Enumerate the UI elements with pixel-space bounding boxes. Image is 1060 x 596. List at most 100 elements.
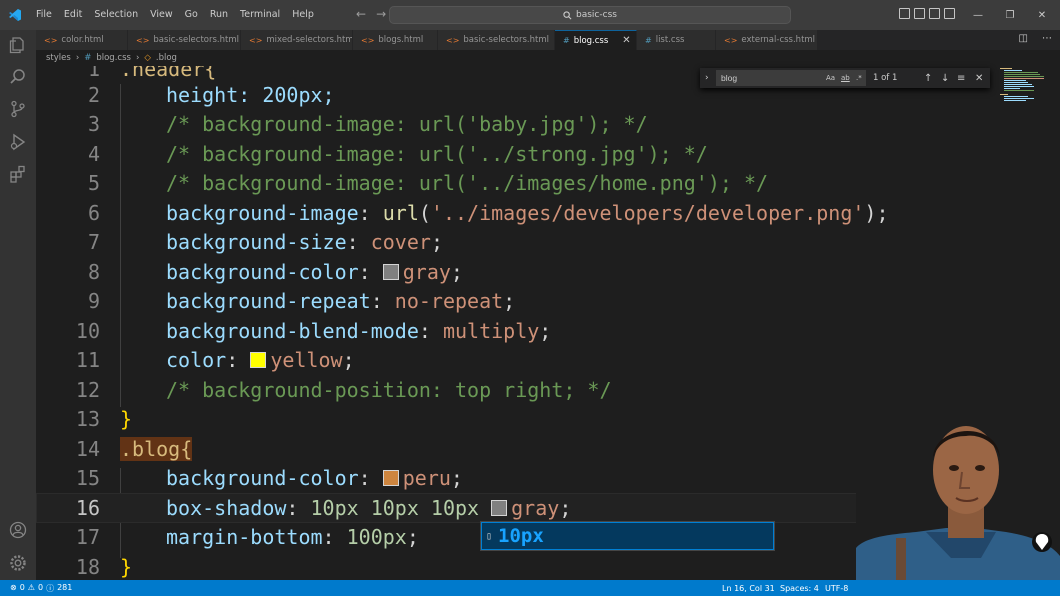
presenter-webcam — [856, 408, 1060, 580]
tab-list-css[interactable]: # list.css — [637, 30, 716, 50]
layout-controls — [899, 8, 955, 19]
back-arrow-icon[interactable]: ← — [356, 7, 366, 21]
color-swatch-peru[interactable] — [382, 469, 399, 486]
editor-tabs: <> color.html <> basic-selectors.html <> mi… — [36, 30, 1060, 50]
explorer-icon[interactable] — [9, 36, 27, 54]
toggle-panel-icon[interactable] — [914, 8, 925, 19]
breadcrumb-folder[interactable]: styles — [46, 53, 71, 63]
tab-blogs-html[interactable]: <> blogs.html — [353, 30, 438, 50]
more-actions-icon[interactable]: ⋯ — [1042, 33, 1052, 44]
value-kind-icon: ▯ — [486, 530, 493, 542]
next-match-icon[interactable]: ↓ — [941, 73, 949, 84]
css-file-icon: # — [645, 35, 652, 45]
color-swatch-gray[interactable] — [382, 263, 399, 280]
run-debug-icon[interactable] — [9, 133, 27, 151]
code-line: 11 color: yellow; — [75, 347, 355, 372]
breadcrumb-file[interactable]: blog.css — [96, 53, 131, 63]
html-file-icon: <> — [724, 35, 738, 45]
previous-match-icon[interactable]: ↑ — [924, 73, 932, 84]
encoding-setting[interactable]: UTF-8 — [825, 584, 848, 593]
regex-icon[interactable]: .* — [856, 74, 862, 82]
search-icon — [563, 10, 572, 19]
html-file-icon: <> — [44, 35, 58, 45]
menu-go[interactable]: Go — [179, 0, 204, 30]
code-line: 3 /* background-image: url('baby.jpg'); … — [87, 111, 648, 136]
breadcrumb: styles › # blog.css › ◇ .blog — [36, 50, 1060, 66]
toggle-sidebar-icon[interactable] — [899, 8, 910, 19]
cursor-position[interactable]: Ln 16, Col 31 — [722, 584, 775, 593]
menu-file[interactable]: File — [30, 0, 58, 30]
tab-external-css-html[interactable]: <> external-css.html — [716, 30, 818, 50]
match-case-icon[interactable]: Aa — [826, 74, 835, 82]
search-sidebar-icon[interactable] — [9, 68, 27, 86]
menu-edit[interactable]: Edit — [58, 0, 88, 30]
symbol-class-icon: ◇ — [144, 53, 151, 63]
code-line: 9 background-repeat: no-repeat; — [87, 288, 516, 313]
editor-actions: ◫ ⋯ — [1019, 33, 1052, 44]
chevron-right-icon: › — [75, 53, 80, 63]
code-line: 8 background-color: gray; — [87, 259, 463, 284]
info-icon: ⓘ — [46, 583, 55, 593]
find-in-selection-icon[interactable]: ≡ — [957, 73, 965, 84]
vscode-logo-icon — [0, 0, 30, 30]
warning-icon: ⚠ — [27, 582, 35, 592]
tab-blog-css[interactable]: # blog.css ✕ — [555, 30, 637, 50]
html-file-icon: <> — [136, 35, 150, 45]
manage-gear-icon[interactable] — [9, 554, 27, 572]
code-line: 7 background-size: cover; — [87, 229, 443, 254]
restore-icon[interactable]: ❐ — [994, 10, 1026, 21]
navigation-arrows: ← → — [356, 7, 386, 21]
code-line: 5 /* background-image: url('../images/ho… — [87, 170, 769, 195]
title-bar: File Edit Selection View Go Run Terminal… — [0, 0, 1060, 30]
css-file-icon: # — [563, 36, 570, 45]
toggle-replace-chevron-icon[interactable]: › — [705, 73, 709, 83]
customize-layout-icon[interactable] — [944, 8, 955, 19]
tab-basic-selectors-html[interactable]: <> basic-selectors.html — [128, 30, 241, 50]
menu-help[interactable]: Help — [286, 0, 320, 30]
minimize-icon[interactable]: — — [962, 10, 994, 21]
minimap[interactable] — [996, 66, 1046, 126]
indentation-setting[interactable]: Spaces: 4 — [780, 584, 819, 593]
color-swatch-yellow[interactable] — [250, 351, 267, 368]
problems-indicator[interactable]: ⊗ 0 ⚠ 0 ⓘ 281 — [10, 583, 72, 594]
suggestion-widget: ▯ 10px — [480, 521, 775, 551]
find-widget: › Aa ab .* 1 of 1 ↑ ↓ ≡ ✕ — [700, 68, 990, 88]
breadcrumb-symbol[interactable]: .blog — [156, 53, 177, 63]
extensions-icon[interactable] — [9, 165, 27, 183]
status-bar: ⊗ 0 ⚠ 0 ⓘ 281 Ln 16, Col 31 Spaces: 4 UTF-8 — [0, 580, 1060, 596]
html-file-icon: <> — [446, 35, 460, 45]
chevron-right-icon: › — [135, 53, 140, 63]
menu-selection[interactable]: Selection — [88, 0, 144, 30]
menu-view[interactable]: View — [144, 0, 179, 30]
source-control-icon[interactable] — [9, 100, 27, 118]
code-line: 4 /* background-image: url('../strong.jp… — [87, 141, 708, 166]
whole-word-icon[interactable]: ab — [841, 74, 850, 82]
color-swatch-gray[interactable] — [491, 499, 508, 516]
css-file-icon: # — [84, 53, 92, 63]
split-editor-icon[interactable]: ◫ — [1019, 33, 1028, 44]
suggestion-item[interactable]: ▯ 10px — [481, 522, 774, 550]
window-controls: — ❐ ✕ — [962, 0, 1058, 30]
tab-color-html[interactable]: <> color.html — [36, 30, 128, 50]
workspace-name: basic-css — [576, 10, 617, 20]
tab-basic-selectors-html-2[interactable]: <> basic-selectors.html — [438, 30, 555, 50]
close-find-icon[interactable]: ✕ — [975, 73, 983, 84]
code-line: 6 background-image: url('../images/devel… — [87, 200, 889, 225]
forward-arrow-icon[interactable]: → — [376, 7, 386, 21]
activity-bar — [0, 30, 36, 580]
html-file-icon: <> — [249, 35, 263, 45]
code-line: 12 /* background-position: top right; */ — [75, 377, 612, 402]
toggle-secondary-sidebar-icon[interactable] — [929, 8, 940, 19]
code-line: 10 background-blend-mode: multiply; — [75, 318, 552, 343]
command-center-search[interactable]: basic-css — [389, 6, 791, 24]
menu-run[interactable]: Run — [204, 0, 234, 30]
accounts-icon[interactable] — [9, 521, 27, 539]
close-window-icon[interactable]: ✕ — [1026, 10, 1058, 21]
tab-mixed-selectors-html[interactable]: <> mixed-selectors.html — [241, 30, 353, 50]
menu-bar: File Edit Selection View Go Run Terminal… — [30, 0, 320, 30]
find-result-count: 1 of 1 — [873, 73, 898, 83]
menu-terminal[interactable]: Terminal — [234, 0, 286, 30]
html-file-icon: <> — [361, 35, 375, 45]
error-icon: ⊗ — [10, 582, 17, 592]
close-tab-icon[interactable]: ✕ — [622, 35, 630, 46]
